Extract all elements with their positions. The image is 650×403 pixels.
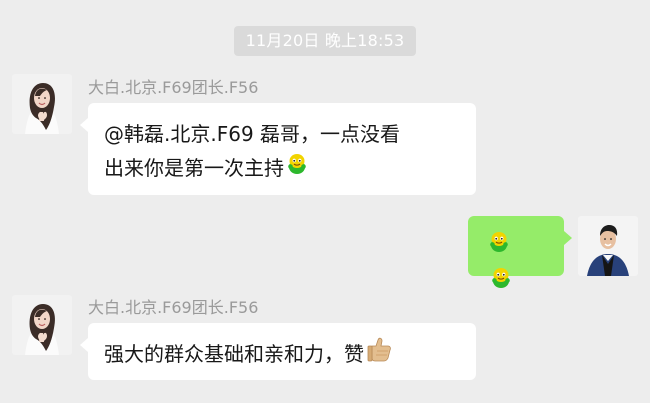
message-text-line-1: @韩磊.北京.F69 磊哥，一点没看 [104,122,401,146]
sender-name: 大白.北京.F69团长.F56 [88,298,259,317]
frog-emoji-icon [486,228,512,264]
sender-name: 大白.北京.F69团长.F56 [88,78,259,97]
avatar[interactable] [12,74,72,134]
frog-emoji-icon [284,150,310,186]
chat-timestamp: 11月20日 晚上18:53 [234,26,416,56]
message-text: 强大的群众基础和亲和力，赞 [104,342,364,366]
woman-avatar-icon [12,295,72,355]
message-text-line: 强大的群众基础和亲和力，赞 [104,335,460,376]
message-text: 出来你是第一次主持 [104,156,284,180]
avatar[interactable] [12,295,72,355]
message-bubble[interactable]: 强大的群众基础和亲和力，赞 [80,323,476,380]
message-bubble[interactable]: @韩磊.北京.F69 磊哥，一点没看 出来你是第一次主持 [80,103,476,195]
self-avatar[interactable] [578,216,638,276]
man-avatar-icon [578,216,638,276]
message-bubble-self[interactable] [468,216,572,288]
message-text-line-2: 出来你是第一次主持 [104,151,460,188]
woman-avatar-icon [12,74,72,134]
frog-emoji-icon [488,264,514,300]
thumbs-up-icon [364,333,395,374]
